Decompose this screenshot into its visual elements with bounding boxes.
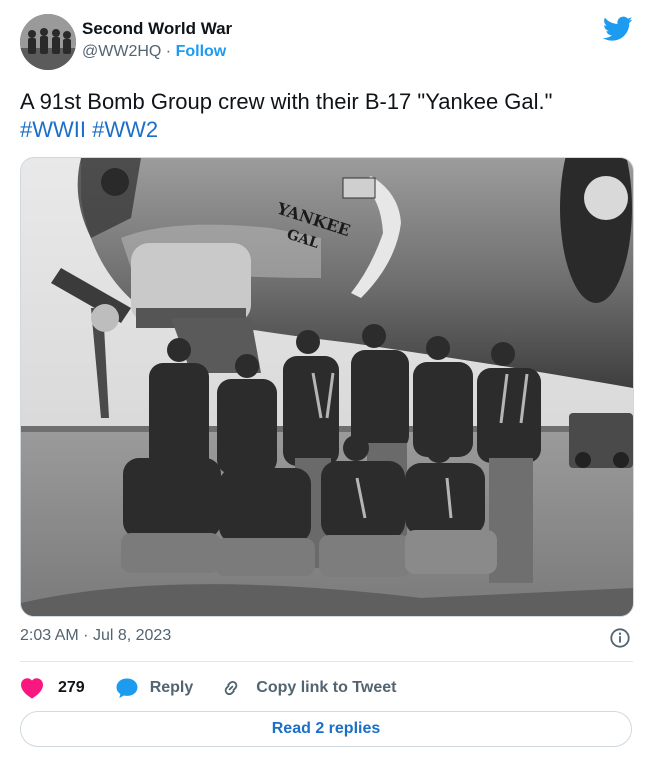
- reply-bubble-icon: [116, 678, 138, 698]
- info-icon[interactable]: [609, 627, 631, 649]
- b17-crew-photo: YANKEE GAL: [21, 158, 633, 616]
- like-button[interactable]: 279: [20, 677, 85, 699]
- heart-icon: [21, 678, 43, 699]
- tweet-photo[interactable]: YANKEE GAL: [20, 157, 634, 617]
- tweet-timestamp[interactable]: 2:03 AM · Jul 8, 2023: [20, 627, 171, 645]
- avatar[interactable]: [20, 14, 76, 70]
- like-count: 279: [58, 679, 85, 696]
- twitter-bird-icon[interactable]: [603, 16, 633, 42]
- tweet-text: A 91st Bomb Group crew with their B-17 "…: [20, 88, 630, 144]
- tweet-actions: 279 Reply Copy link to Tweet: [20, 676, 396, 700]
- follow-button[interactable]: Follow: [176, 43, 227, 60]
- author-display-name[interactable]: Second World War: [82, 19, 232, 39]
- copy-link-label: Copy link to Tweet: [256, 679, 397, 696]
- tweet-date: Jul 8, 2023: [92, 627, 172, 644]
- link-icon: [224, 680, 238, 696]
- author-handle-row: @WW2HQ · Follow: [82, 43, 226, 61]
- copy-link-button[interactable]: Copy link to Tweet: [220, 677, 396, 699]
- hashtag-ww2[interactable]: #WW2: [92, 117, 158, 142]
- soldiers-avatar-icon: [20, 14, 76, 70]
- reply-label: Reply: [149, 679, 194, 696]
- tweet-time: 2:03 AM: [20, 627, 79, 644]
- hashtag-wwii[interactable]: #WWII: [20, 117, 86, 142]
- handle-separator: ·: [165, 43, 172, 60]
- hashtag-line: #WWII #WW2: [20, 116, 630, 144]
- read-replies-label: Read 2 replies: [271, 720, 381, 737]
- tweet-embed-card: Second World War @WW2HQ · Follow A 91st …: [0, 0, 653, 768]
- author-handle[interactable]: @WW2HQ: [82, 43, 161, 60]
- read-replies-button[interactable]: Read 2 replies: [20, 711, 632, 747]
- divider: [20, 661, 633, 662]
- reply-button[interactable]: Reply: [115, 677, 194, 699]
- tweet-body: A 91st Bomb Group crew with their B-17 "…: [20, 89, 553, 114]
- timestamp-separator: ·: [83, 627, 89, 644]
